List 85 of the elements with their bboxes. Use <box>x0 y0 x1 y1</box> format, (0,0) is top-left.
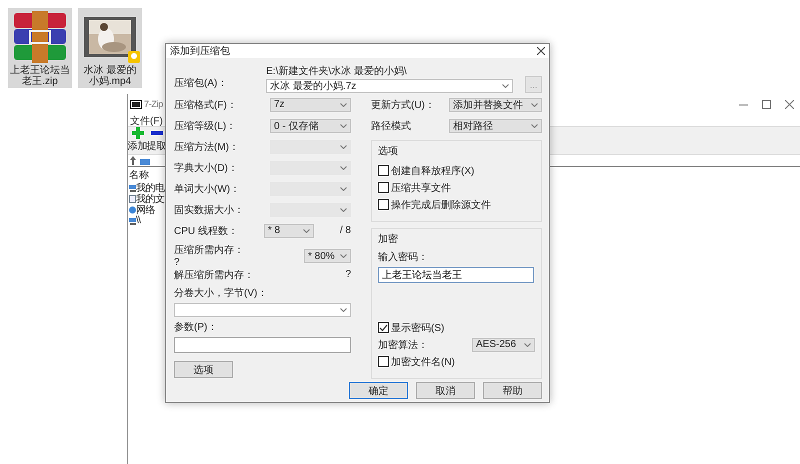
plus-icon[interactable] <box>132 127 144 139</box>
chevron-down-icon <box>340 186 347 190</box>
checkbox-label[interactable]: 压缩共享文件 <box>391 180 451 194</box>
list-item[interactable]: 我的文 <box>136 192 164 206</box>
chevron-down-icon <box>502 84 510 88</box>
list-item[interactable]: 我的电 <box>136 180 164 194</box>
field-label: 字典大小(D)： <box>174 162 238 174</box>
group-title: 选项 <box>378 144 399 158</box>
menu-item[interactable]: 文件(F) <box>130 114 163 126</box>
dropdown[interactable]: * 8 <box>264 224 314 238</box>
chevron-down-icon <box>531 102 538 106</box>
options-button[interactable]: 选项 <box>174 361 233 378</box>
checkbox-label[interactable]: 显示密码(S) <box>391 320 444 334</box>
maximize-icon[interactable] <box>762 100 771 108</box>
dialog-button[interactable]: 确定 <box>349 382 408 399</box>
close-icon[interactable] <box>785 100 794 108</box>
dropdown[interactable]: AES-256 <box>472 338 535 352</box>
close-icon[interactable] <box>537 47 545 55</box>
checkbox-label[interactable]: 创建自释放程序(X) <box>391 164 474 178</box>
file-name: 上老王论坛当老王.zip <box>9 65 71 87</box>
field-label: 压缩包(A)： <box>174 76 228 91</box>
checkbox[interactable] <box>378 322 389 333</box>
list-item[interactable]: \\ <box>136 215 140 226</box>
desktop-icon[interactable]: 上老王论坛当老王.zip <box>8 8 72 88</box>
dialog-button[interactable]: 帮助 <box>483 382 542 399</box>
field-label: 路径模式 <box>371 120 411 132</box>
chevron-down-icon <box>340 102 347 106</box>
checkbox[interactable] <box>378 182 389 193</box>
field-label: 压缩等级(L)： <box>174 120 236 132</box>
computer-icon <box>129 184 136 192</box>
field-label: 压缩所需内存： <box>174 244 244 257</box>
checkbox[interactable] <box>378 199 389 210</box>
field-label: 参数(P)： <box>174 320 218 334</box>
field-label: 解压缩所需内存： <box>174 268 254 282</box>
toolbar-label[interactable]: 提取 <box>146 139 166 153</box>
toolbar-label[interactable]: 添加 <box>128 139 148 153</box>
player-badge-icon <box>128 51 140 63</box>
chevron-down-icon <box>302 228 310 232</box>
checkbox[interactable] <box>378 165 389 176</box>
dropdown[interactable]: 相对路径 <box>449 118 542 132</box>
chevron-down-icon <box>340 208 347 212</box>
dropdown[interactable]: * 80% <box>304 249 351 263</box>
field-label: 分卷大小，字节(V)： <box>174 286 268 300</box>
memory-value: ? <box>174 257 181 268</box>
file-name: 水冰 最爱的小妈.mp4 <box>82 65 138 87</box>
window-title: 7-Zip <box>144 99 164 109</box>
list-item[interactable]: 网络 <box>136 202 155 216</box>
computer-icon <box>129 216 136 224</box>
field-label: 固实数据大小： <box>174 204 244 216</box>
chevron-down-icon <box>340 254 347 258</box>
checkbox-label[interactable]: 操作完成后删除源文件 <box>391 198 491 212</box>
thread-max: / 8 <box>340 225 351 236</box>
field-label: 加密算法： <box>378 338 428 352</box>
chevron-down-icon <box>340 144 347 148</box>
password-field[interactable]: 上老王论坛当老王 <box>378 267 534 283</box>
path-text: E:\新建文件夹\水冰 最爱的小妈\ <box>266 64 408 78</box>
dropdown[interactable]: 0 - 仅存储 <box>270 118 351 132</box>
chevron-down-icon <box>531 124 538 128</box>
archive-books-icon <box>12 11 68 63</box>
desktop-icon[interactable]: 水冰 最爱的小妈.mp4 <box>78 8 142 88</box>
field-label: 单词大小(W)： <box>174 182 240 196</box>
network-icon <box>129 206 136 214</box>
field-label: CPU 线程数： <box>174 224 238 238</box>
chevron-down-icon <box>340 166 347 170</box>
chevron-down-icon <box>340 308 347 312</box>
field-label: 压缩方法(M)： <box>174 140 239 154</box>
chevron-down-icon <box>524 342 531 346</box>
app-logo-icon <box>130 100 142 108</box>
checkbox-label[interactable]: 加密文件名(N) <box>391 354 455 368</box>
memory-value: ? <box>345 269 351 280</box>
dropdown[interactable]: 水冰 最爱的小妈.7z <box>266 79 514 93</box>
dialog-title: 添加到压缩包 <box>170 44 230 58</box>
field-label: 压缩格式(F)： <box>174 98 237 112</box>
dialog-button[interactable]: 取消 <box>416 382 475 399</box>
checkbox[interactable] <box>378 356 389 367</box>
up-arrow-icon[interactable] <box>130 156 136 165</box>
drive-icon <box>140 156 150 164</box>
dropdown[interactable]: 添加并替换文件 <box>449 98 542 112</box>
input-field[interactable] <box>174 337 351 353</box>
document-icon <box>129 194 136 202</box>
field-label: 更新方式(U)： <box>371 98 435 112</box>
chevron-down-icon <box>340 124 347 128</box>
dropdown[interactable]: 7z <box>270 98 351 112</box>
field-label: 输入密码： <box>378 250 429 264</box>
group-title: 加密 <box>378 232 399 246</box>
